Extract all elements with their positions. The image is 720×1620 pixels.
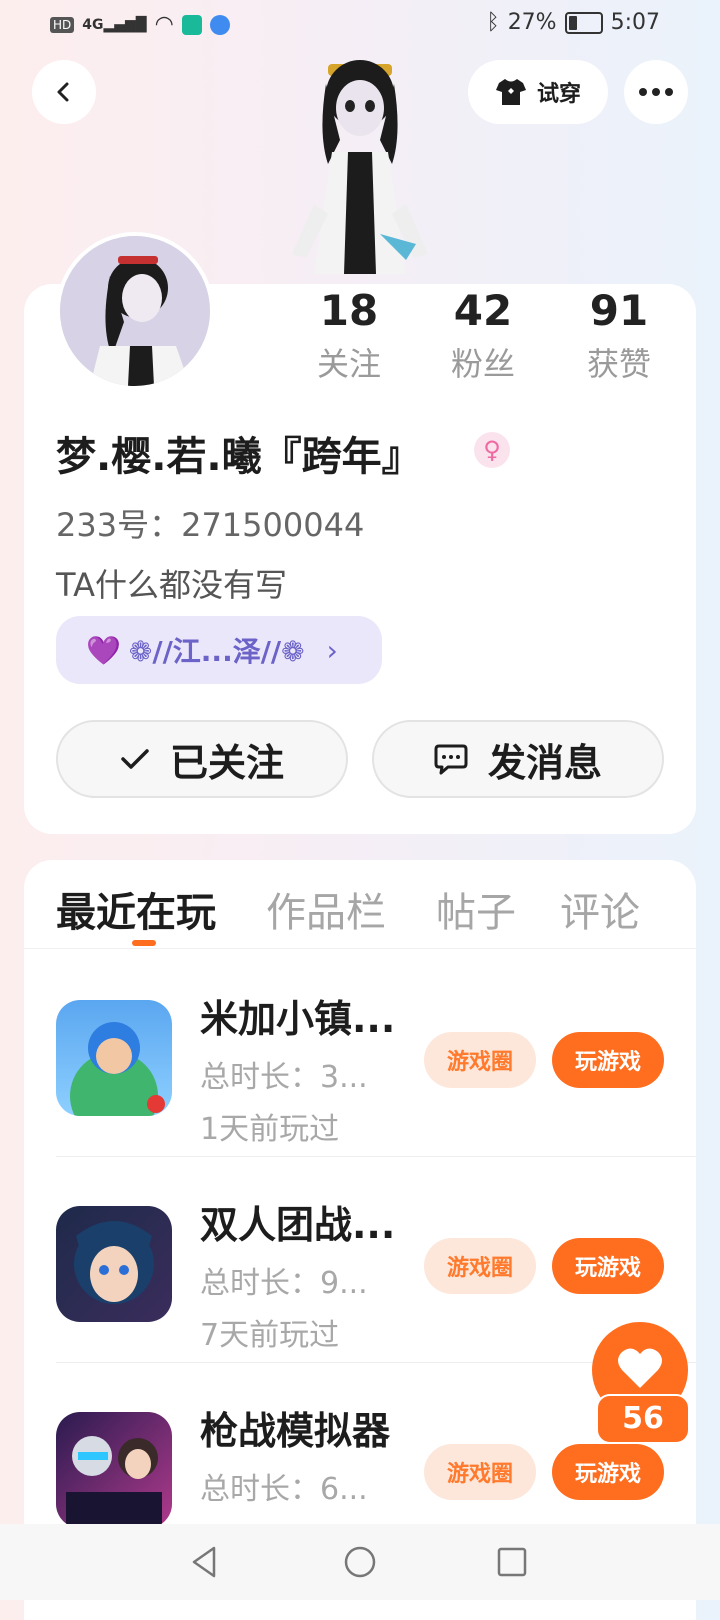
nav-home-icon[interactable] [340, 1542, 380, 1582]
tab-works[interactable]: 作品栏 [266, 880, 386, 938]
game-circle-button[interactable]: 游戏圈 [424, 1032, 536, 1088]
back-button[interactable] [32, 60, 96, 124]
tab-underline [132, 940, 156, 946]
signal-label: 4G [82, 16, 104, 33]
female-icon: ♀ [474, 432, 510, 468]
game-icon [56, 1206, 172, 1322]
stat-likes-num: 91 [589, 286, 649, 335]
avatar-image [60, 236, 210, 386]
bluetooth-icon: ᛒ [486, 10, 500, 35]
app-notification-icon [181, 14, 202, 35]
row-divider [56, 1156, 696, 1157]
avatar-figure [292, 60, 428, 274]
stat-fans-num: 42 [453, 286, 513, 335]
system-nav-bar [0, 1524, 720, 1600]
stat-fans-label: 粉丝 [450, 345, 515, 383]
game-title: 米加小镇... [200, 997, 396, 1041]
play-game-button[interactable]: 玩游戏 [552, 1444, 664, 1500]
wifi-icon: ◠ [154, 12, 174, 37]
check-icon [121, 749, 149, 769]
game-row[interactable]: 米加小镇... 总时长：3... 1天前玩过 游戏圈 玩游戏 [24, 952, 696, 1156]
hearts-icon: 💜 [86, 633, 121, 667]
chat-bubble-icon [434, 744, 468, 775]
more-dots-icon [639, 88, 673, 96]
stat-following-num: 18 [319, 286, 379, 335]
game-duration: 总时长：9... [200, 1266, 368, 1301]
like-count: 56 [596, 1394, 690, 1444]
tshirt-icon [495, 79, 526, 105]
stat-likes-label: 获赞 [586, 345, 651, 383]
chevron-left-icon [57, 82, 69, 102]
tryon-label: 试穿 [536, 82, 581, 107]
status-bar: HD 4G▂▄▆█ ◠ ᛒ 27% 5:07 [0, 0, 720, 48]
stat-likes[interactable]: 91 获赞 [564, 286, 674, 385]
stat-following[interactable]: 18 关注 [294, 286, 404, 385]
follow-button[interactable]: 已关注 [56, 720, 348, 798]
nav-back-icon[interactable] [186, 1542, 226, 1582]
game-last-played: 1天前玩过 [200, 1112, 340, 1147]
game-circle-button[interactable]: 游戏圈 [424, 1444, 536, 1500]
profile-bio: TA什么都没有写 [56, 566, 287, 604]
message-label: 发消息 [487, 740, 602, 785]
game-title: 枪战模拟器 [200, 1409, 391, 1453]
relationship-tag[interactable]: 💜 ❁//江...泽//❁ › [56, 616, 382, 684]
game-last-played: 7天前玩过 [200, 1318, 340, 1353]
game-circle-button[interactable]: 游戏圈 [424, 1238, 536, 1294]
clock: 5:07 [610, 10, 660, 35]
tab-recent-played[interactable]: 最近在玩 [56, 880, 216, 938]
profile-uid: 233号：271500044 [56, 506, 365, 544]
heart-icon [618, 1348, 662, 1388]
stat-following-label: 关注 [316, 345, 381, 383]
network-badge: HD [50, 16, 75, 33]
follow-label: 已关注 [169, 740, 284, 785]
game-duration: 总时长：3... [200, 1060, 368, 1095]
profile-name: 梦.樱.若.曦『跨年』 [56, 434, 422, 480]
more-button[interactable] [624, 60, 688, 124]
avatar[interactable] [56, 232, 214, 390]
battery-percent: 27% [507, 10, 557, 35]
tab-divider [24, 948, 696, 949]
game-duration: 总时长：6... [200, 1472, 368, 1507]
play-game-button[interactable]: 玩游戏 [552, 1238, 664, 1294]
stat-fans[interactable]: 42 粉丝 [428, 286, 538, 385]
browser-notification-icon [209, 14, 230, 35]
tab-comments[interactable]: 评论 [560, 880, 640, 938]
relationship-tag-label: ❁//江...泽//❁ [128, 635, 305, 668]
play-game-button[interactable]: 玩游戏 [552, 1032, 664, 1088]
battery-icon [564, 11, 603, 34]
chevron-right-icon: › [326, 633, 338, 667]
nav-recents-icon[interactable] [492, 1542, 532, 1582]
game-icon [56, 1000, 172, 1116]
game-icon [56, 1412, 172, 1528]
game-title: 双人团战... [200, 1203, 396, 1247]
signal-icon: 4G▂▄▆█ [82, 16, 147, 33]
message-button[interactable]: 发消息 [372, 720, 664, 798]
tab-posts[interactable]: 帖子 [436, 880, 516, 938]
tryon-button[interactable]: 试穿 [468, 60, 608, 124]
